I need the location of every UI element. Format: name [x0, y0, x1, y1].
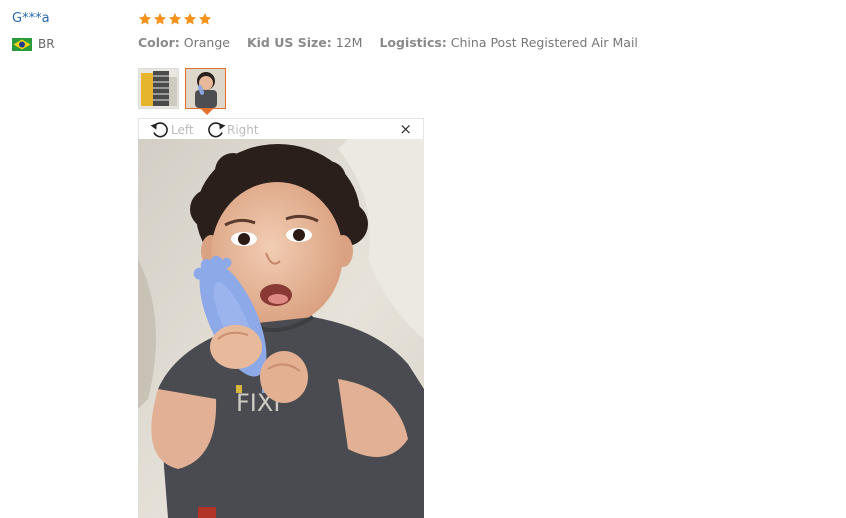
active-thumbnail-caret	[201, 109, 213, 115]
star-icon	[168, 13, 182, 25]
reviewer-country: BR	[12, 37, 122, 51]
rotate-right-icon	[208, 122, 226, 138]
rotate-left-button[interactable]: Left	[149, 120, 194, 139]
attribute-value: China Post Registered Air Mail	[450, 35, 638, 50]
attribute-size: Kid US Size: 12M	[247, 35, 367, 50]
brazil-flag-icon	[12, 37, 32, 51]
rotate-right-button[interactable]: Right	[205, 120, 259, 139]
star-icon	[138, 13, 152, 25]
thumbnail-baby-photo[interactable]	[185, 68, 226, 109]
attribute-label: Logistics:	[379, 35, 447, 50]
attribute-label: Color:	[138, 35, 180, 50]
review-content: Color: Orange Kid US Size: 12M Logistics…	[138, 10, 838, 51]
reviewer-name[interactable]: G***a	[12, 10, 122, 28]
close-icon[interactable]: ×	[399, 119, 412, 140]
rotate-right-label: Right	[227, 122, 259, 137]
rotate-left-label: Left	[171, 122, 194, 137]
star-icon	[183, 13, 197, 25]
country-code: BR	[38, 37, 55, 51]
star-icon	[153, 13, 167, 25]
attribute-label: Kid US Size:	[246, 35, 332, 50]
review-photo[interactable]: FIXI	[138, 139, 424, 518]
thumbnail-striped-clothes[interactable]	[138, 68, 179, 109]
striped-clothes-photo-thumbnail	[139, 69, 178, 108]
photo-viewer: Left Right × FIXI	[138, 118, 424, 518]
review-attributes: Color: Orange Kid US Size: 12M Logistics…	[138, 35, 838, 51]
photo-thumbnails	[138, 68, 226, 109]
viewer-toolbar: Left Right ×	[138, 118, 424, 139]
reviewer-info: G***a BR	[12, 10, 122, 51]
star-rating	[138, 10, 838, 28]
attribute-logistics: Logistics: China Post Registered Air Mai…	[379, 35, 637, 50]
baby-photo-thumbnail	[186, 69, 225, 108]
attribute-color: Color: Orange	[138, 35, 234, 50]
rotate-left-icon	[150, 122, 168, 138]
attribute-value: Orange	[183, 35, 230, 50]
star-icon	[198, 13, 212, 25]
attribute-value: 12M	[335, 35, 363, 50]
baby-holding-blue-teether-photo: FIXI	[138, 139, 424, 518]
